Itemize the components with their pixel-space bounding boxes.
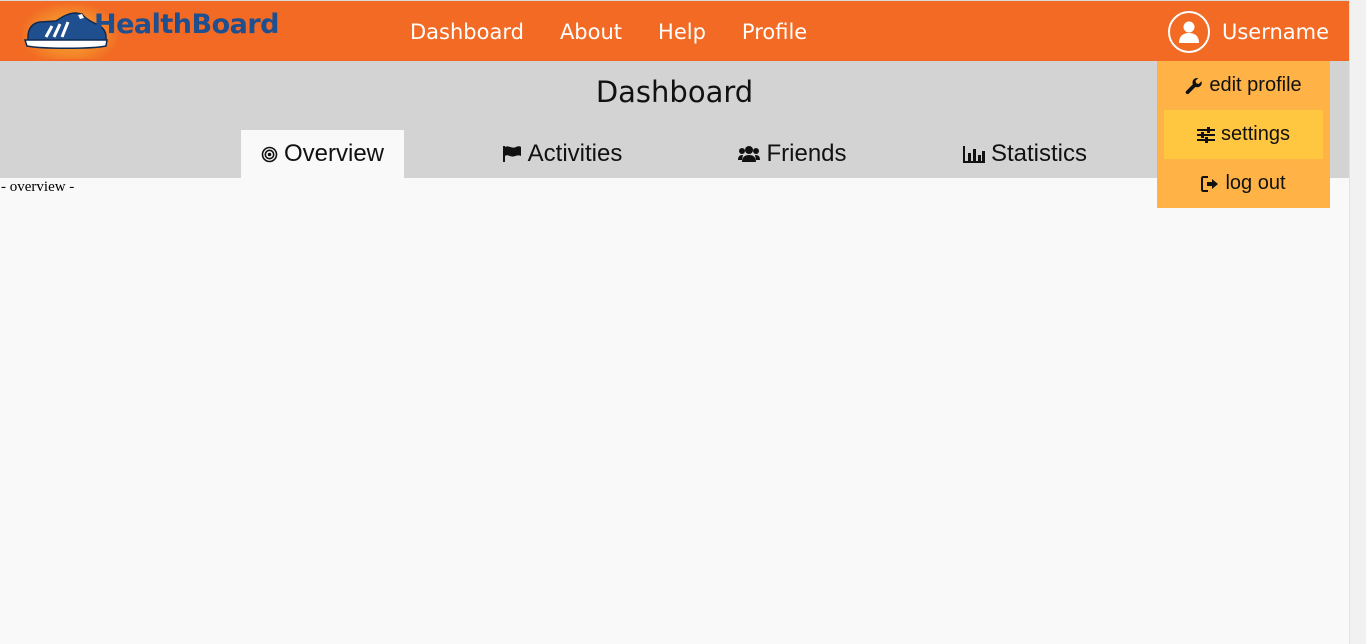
vertical-scrollbar[interactable] xyxy=(1349,0,1366,644)
menu-edit-profile-label: edit profile xyxy=(1209,74,1302,96)
wrench-icon xyxy=(1185,77,1203,95)
menu-edit-profile[interactable]: edit profile xyxy=(1157,61,1330,110)
overview-placeholder: - overview - xyxy=(1,179,75,195)
sign-out-icon xyxy=(1201,175,1219,192)
user-avatar-icon[interactable] xyxy=(1168,11,1210,53)
tab-friends[interactable]: Friends xyxy=(700,130,885,178)
tab-activities-label: Activities xyxy=(527,140,623,167)
brand-name[interactable]: HealthBoard xyxy=(94,9,280,40)
tab-activities[interactable]: Activities xyxy=(460,130,664,178)
main-nav: Dashboard About Help Profile xyxy=(410,1,843,62)
nav-help[interactable]: Help xyxy=(658,20,706,44)
username[interactable]: Username xyxy=(1222,20,1329,44)
user-menu-toggle[interactable]: Username xyxy=(1168,11,1329,53)
top-navbar: HealthBoard Dashboard About Help Profile… xyxy=(0,0,1349,61)
tab-friends-label: Friends xyxy=(766,140,847,167)
page-title: Dashboard xyxy=(595,75,754,109)
tab-overview[interactable]: Overview xyxy=(241,130,404,178)
menu-settings-label: settings xyxy=(1221,123,1290,145)
nav-dashboard[interactable]: Dashboard xyxy=(410,20,524,44)
menu-settings[interactable]: settings xyxy=(1164,110,1323,159)
bullseye-icon xyxy=(261,146,278,163)
page: HealthBoard Dashboard About Help Profile… xyxy=(0,0,1349,644)
dashboard-header: Dashboard Overview Activities Friends St… xyxy=(0,61,1349,178)
bar-chart-icon xyxy=(962,145,985,163)
flag-icon xyxy=(502,145,522,163)
menu-log-out-label: log out xyxy=(1225,172,1286,194)
tab-statistics-label: Statistics xyxy=(990,140,1088,167)
tab-statistics[interactable]: Statistics xyxy=(940,130,1110,178)
menu-log-out[interactable]: log out xyxy=(1157,159,1330,208)
sliders-icon xyxy=(1197,126,1216,143)
users-icon xyxy=(738,145,761,163)
tab-overview-label: Overview xyxy=(283,140,385,167)
user-dropdown-menu: edit profile settings log out xyxy=(1157,61,1330,208)
nav-about[interactable]: About xyxy=(560,20,622,44)
nav-profile[interactable]: Profile xyxy=(742,20,807,44)
